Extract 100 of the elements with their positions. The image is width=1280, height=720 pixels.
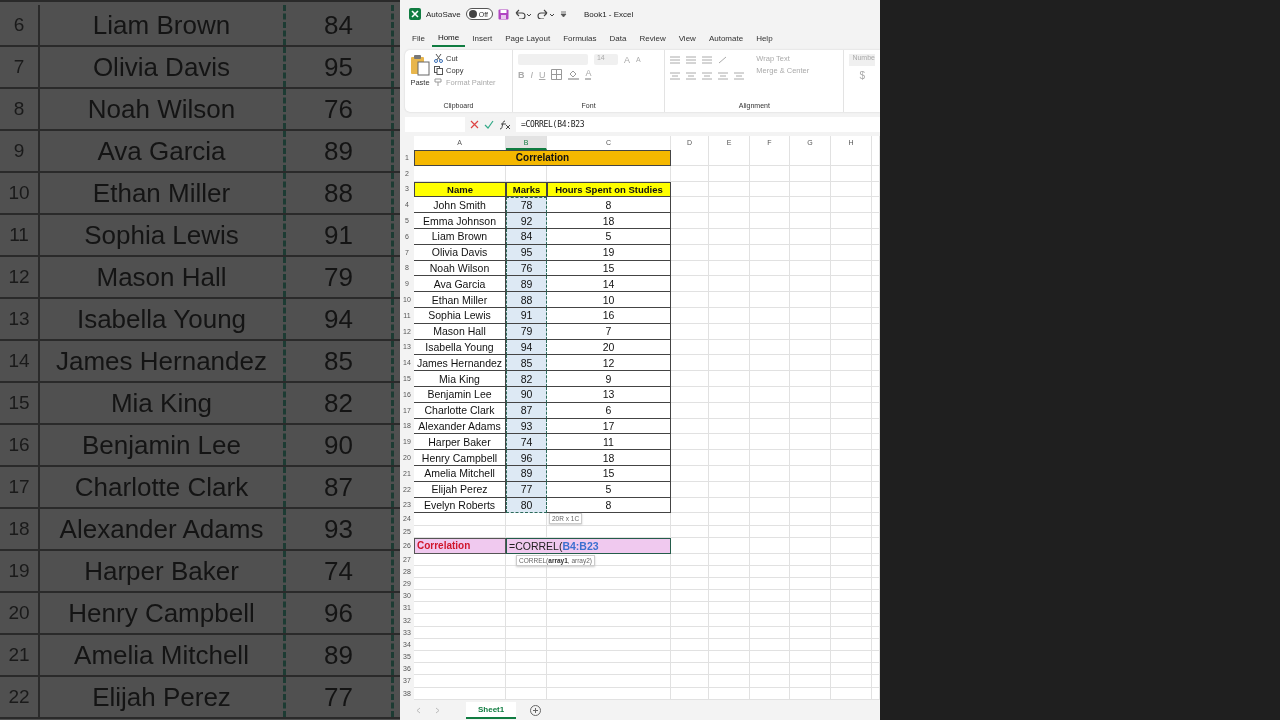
- empty-cell[interactable]: [709, 675, 750, 688]
- empty-cell[interactable]: [547, 590, 671, 603]
- align-icon[interactable]: [686, 72, 697, 80]
- empty-cell[interactable]: [671, 553, 709, 566]
- ribbon-tab[interactable]: View: [672, 30, 702, 46]
- empty-cell[interactable]: [750, 418, 790, 435]
- empty-cell[interactable]: [790, 229, 831, 245]
- empty-cell[interactable]: [671, 577, 709, 591]
- empty-cell[interactable]: [709, 687, 750, 700]
- empty-cell[interactable]: [790, 165, 831, 182]
- empty-cell[interactable]: [671, 260, 709, 277]
- empty-cell[interactable]: [709, 260, 750, 277]
- empty-cell[interactable]: [709, 577, 750, 591]
- empty-cell[interactable]: [790, 244, 831, 261]
- empty-cell[interactable]: [709, 537, 750, 554]
- empty-cell[interactable]: [750, 602, 790, 615]
- empty-cell[interactable]: [671, 590, 709, 603]
- empty-cell[interactable]: [790, 577, 831, 591]
- empty-cell[interactable]: [831, 675, 872, 688]
- empty-cell[interactable]: [671, 213, 709, 229]
- empty-cell[interactable]: [790, 525, 831, 538]
- empty-cell[interactable]: [750, 307, 790, 324]
- empty-cell[interactable]: [671, 165, 709, 182]
- empty-cell[interactable]: [671, 663, 709, 676]
- empty-cell[interactable]: [671, 197, 709, 214]
- empty-cell[interactable]: [709, 418, 750, 435]
- empty-cell[interactable]: [709, 181, 750, 198]
- empty-cell[interactable]: [709, 323, 750, 340]
- empty-cell[interactable]: [671, 450, 709, 466]
- empty-cell[interactable]: [750, 465, 790, 482]
- empty-cell[interactable]: [790, 260, 831, 277]
- enter-icon[interactable]: [484, 120, 494, 129]
- empty-cell[interactable]: [671, 244, 709, 261]
- empty-cell[interactable]: [831, 614, 872, 627]
- empty-cell[interactable]: [671, 614, 709, 627]
- empty-cell[interactable]: [709, 307, 750, 324]
- empty-cell[interactable]: [750, 614, 790, 627]
- empty-cell[interactable]: [750, 675, 790, 688]
- empty-cell[interactable]: [831, 418, 872, 435]
- empty-cell[interactable]: [709, 626, 750, 639]
- empty-cell[interactable]: [790, 465, 831, 482]
- empty-cell[interactable]: [750, 197, 790, 214]
- empty-cell[interactable]: [709, 197, 750, 214]
- empty-cell[interactable]: [790, 323, 831, 340]
- empty-cell[interactable]: [831, 307, 872, 324]
- sheet-tab[interactable]: Sheet1: [466, 701, 517, 719]
- empty-cell[interactable]: [790, 371, 831, 387]
- empty-cell[interactable]: [831, 371, 872, 387]
- empty-cell[interactable]: [790, 213, 831, 229]
- empty-cell[interactable]: [790, 292, 831, 308]
- empty-cell[interactable]: [750, 244, 790, 261]
- empty-cell[interactable]: [506, 513, 547, 526]
- empty-cell[interactable]: [671, 675, 709, 688]
- customize-icon[interactable]: [559, 10, 567, 18]
- empty-cell[interactable]: [709, 244, 750, 261]
- empty-cell[interactable]: [709, 402, 750, 419]
- empty-cell[interactable]: [709, 590, 750, 603]
- empty-cell[interactable]: [750, 150, 790, 166]
- empty-cell[interactable]: [831, 590, 872, 603]
- ribbon-tab[interactable]: Help: [750, 30, 779, 46]
- empty-cell[interactable]: [709, 651, 750, 664]
- previous-sheet-icon[interactable]: [416, 706, 421, 714]
- align-icon[interactable]: [702, 56, 713, 64]
- empty-cell[interactable]: [750, 276, 790, 293]
- empty-cell[interactable]: [790, 355, 831, 372]
- empty-cell[interactable]: [750, 165, 790, 182]
- empty-cell[interactable]: [831, 687, 872, 700]
- empty-cell[interactable]: [671, 339, 709, 356]
- formula-field[interactable]: =CORREL(B4:B23: [516, 117, 880, 132]
- empty-cell[interactable]: [547, 525, 671, 538]
- empty-cell[interactable]: [831, 577, 872, 591]
- empty-cell[interactable]: [671, 638, 709, 651]
- empty-cell[interactable]: [709, 513, 750, 526]
- empty-cell[interactable]: [547, 614, 671, 627]
- empty-cell[interactable]: [790, 181, 831, 198]
- empty-cell[interactable]: [790, 675, 831, 688]
- empty-cell[interactable]: [506, 626, 547, 639]
- empty-cell[interactable]: [547, 165, 671, 182]
- empty-cell[interactable]: [671, 386, 709, 403]
- empty-cell[interactable]: [831, 450, 872, 466]
- empty-cell[interactable]: [831, 525, 872, 538]
- empty-cell[interactable]: [671, 229, 709, 245]
- align-icon[interactable]: [686, 56, 697, 64]
- empty-cell[interactable]: [831, 638, 872, 651]
- empty-cell[interactable]: [831, 481, 872, 498]
- empty-cell[interactable]: [709, 165, 750, 182]
- empty-cell[interactable]: [671, 513, 709, 526]
- empty-cell[interactable]: [547, 687, 671, 700]
- empty-cell[interactable]: [671, 565, 709, 578]
- empty-cell[interactable]: [790, 614, 831, 627]
- empty-cell[interactable]: [709, 602, 750, 615]
- empty-cell[interactable]: [709, 229, 750, 245]
- empty-cell[interactable]: [831, 260, 872, 277]
- empty-cell[interactable]: [709, 614, 750, 627]
- empty-cell[interactable]: [750, 402, 790, 419]
- empty-cell[interactable]: [790, 687, 831, 700]
- cancel-icon[interactable]: [470, 120, 479, 129]
- empty-cell[interactable]: [750, 497, 790, 514]
- empty-cell[interactable]: [709, 638, 750, 651]
- empty-cell[interactable]: [506, 577, 547, 591]
